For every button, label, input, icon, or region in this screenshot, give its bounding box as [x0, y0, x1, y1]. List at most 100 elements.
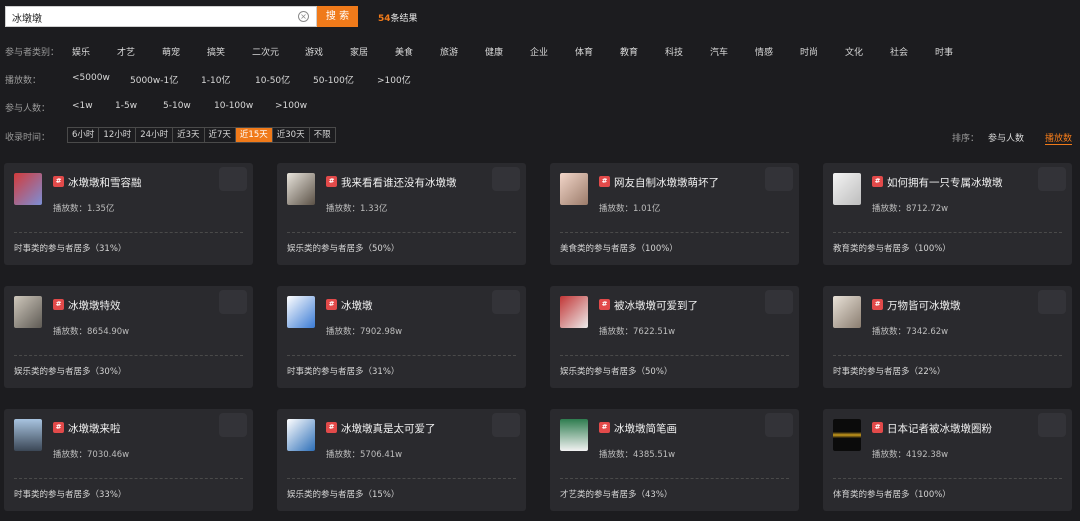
time-option-all[interactable]: 不限 — [310, 128, 335, 142]
topic-participant-summary: 美食类的参与者居多（100%） — [560, 244, 678, 254]
card-divider — [14, 478, 243, 479]
participants-option[interactable]: 1-5w — [115, 101, 137, 111]
topic-title: 冰墩墩真是太可爱了 — [341, 423, 436, 435]
hashtag-icon: # — [53, 299, 64, 310]
category-option[interactable]: 时尚 — [800, 45, 818, 58]
topic-card[interactable]: # 日本记者被冰墩墩圈粉 播放数：4192.38w 体育类的参与者居多（100%… — [823, 409, 1072, 511]
category-option[interactable]: 体育 — [575, 45, 593, 58]
result-count-number: 54 — [378, 14, 391, 24]
topic-thumbnail — [560, 173, 588, 205]
time-option-30d[interactable]: 近30天 — [273, 128, 310, 142]
category-option[interactable]: 健康 — [485, 45, 503, 58]
time-option-12h[interactable]: 12小时 — [99, 128, 137, 142]
category-option[interactable]: 时事 — [935, 45, 953, 58]
category-option[interactable]: 二次元 — [252, 45, 279, 58]
clear-icon[interactable]: × — [298, 11, 309, 22]
topic-participant-summary: 娱乐类的参与者居多（50%） — [287, 244, 400, 254]
hashtag-icon: # — [326, 299, 337, 310]
plays-option[interactable]: <5000w — [72, 73, 110, 83]
search-input[interactable]: 冰墩墩 × — [5, 6, 317, 27]
time-option-6h[interactable]: 6小时 — [68, 128, 100, 142]
sort-label: 排序： — [952, 134, 980, 144]
hashtag-icon: # — [326, 176, 337, 187]
category-option[interactable]: 萌宠 — [162, 45, 180, 58]
plays-option[interactable]: 10-50亿 — [255, 73, 290, 86]
topic-plays: 播放数：4192.38w — [872, 450, 949, 460]
topic-card[interactable]: # 冰墩墩和雪容融 播放数：1.35亿 时事类的参与者居多（31%） — [4, 163, 253, 265]
topic-participant-summary: 娱乐类的参与者居多（30%） — [14, 367, 127, 377]
topic-card[interactable]: # 我来看看谁还没有冰墩墩 播放数：1.33亿 娱乐类的参与者居多（50%） — [277, 163, 526, 265]
sort-by-participants[interactable]: 参与人数 — [988, 131, 1024, 144]
category-option[interactable]: 搞笑 — [207, 45, 225, 58]
topic-plays: 播放数：7030.46w — [53, 450, 130, 460]
participants-option[interactable]: 10-100w — [214, 101, 253, 111]
category-option[interactable]: 娱乐 — [72, 45, 90, 58]
category-option[interactable]: 情感 — [755, 45, 773, 58]
topic-participant-summary: 体育类的参与者居多（100%） — [833, 490, 951, 500]
category-option[interactable]: 社会 — [890, 45, 908, 58]
card-divider — [560, 355, 789, 356]
topic-participant-summary: 娱乐类的参与者居多（50%） — [560, 367, 673, 377]
plays-option[interactable]: 50-100亿 — [313, 73, 354, 86]
topic-plays: 播放数：5706.41w — [326, 450, 403, 460]
category-option[interactable]: 旅游 — [440, 45, 458, 58]
topic-plays: 播放数：1.35亿 — [53, 204, 115, 214]
card-divider — [287, 478, 516, 479]
category-option[interactable]: 文化 — [845, 45, 863, 58]
search-input-value: 冰墩墩 — [12, 14, 42, 25]
category-option[interactable]: 教育 — [620, 45, 638, 58]
sort-by-plays[interactable]: 播放数 — [1045, 131, 1073, 145]
card-divider — [287, 355, 516, 356]
hashtag-icon: # — [599, 422, 610, 433]
topic-plays: 播放数：8654.90w — [53, 327, 130, 337]
topic-participant-summary: 时事类的参与者居多（31%） — [287, 367, 400, 377]
plays-option[interactable]: 5000w-1亿 — [130, 73, 178, 86]
plays-option[interactable]: 1-10亿 — [201, 73, 230, 86]
topic-card[interactable]: # 网友自制冰墩墩萌坏了 播放数：1.01亿 美食类的参与者居多（100%） — [550, 163, 799, 265]
topic-card[interactable]: # 被冰墩墩可爱到了 播放数：7622.51w 娱乐类的参与者居多（50%） — [550, 286, 799, 388]
topic-card[interactable]: # 如何拥有一只专属冰墩墩 播放数：8712.72w 教育类的参与者居多（100… — [823, 163, 1072, 265]
card-divider — [560, 232, 789, 233]
topic-participant-summary: 教育类的参与者居多（100%） — [833, 244, 951, 254]
category-option[interactable]: 才艺 — [117, 45, 135, 58]
category-option[interactable]: 汽车 — [710, 45, 728, 58]
search-button[interactable]: 搜 索 — [317, 6, 358, 27]
time-option-3d[interactable]: 近3天 — [173, 128, 205, 142]
topic-title: 网友自制冰墩墩萌坏了 — [614, 177, 719, 189]
watermark-icon — [1038, 290, 1066, 314]
watermark-icon — [219, 167, 247, 191]
category-filter: 参与者类别： 娱乐 才艺 萌宠 搞笑 二次元 游戏 家居 美食 旅游 健康 企业… — [5, 44, 1005, 58]
card-divider — [833, 478, 1062, 479]
participants-filter: 参与人数： <1w 1-5w 5-10w 10-100w >100w — [5, 100, 405, 114]
topic-plays: 播放数：7902.98w — [326, 327, 403, 337]
topic-card[interactable]: # 冰墩墩简笔画 播放数：4385.51w 才艺类的参与者居多（43%） — [550, 409, 799, 511]
card-divider — [833, 355, 1062, 356]
topic-thumbnail — [287, 173, 315, 205]
category-option[interactable]: 美食 — [395, 45, 413, 58]
hashtag-icon: # — [53, 176, 64, 187]
topic-card[interactable]: # 万物皆可冰墩墩 播放数：7342.62w 时事类的参与者居多（22%） — [823, 286, 1072, 388]
topic-card[interactable]: # 冰墩墩来啦 播放数：7030.46w 时事类的参与者居多（33%） — [4, 409, 253, 511]
participants-option[interactable]: >100w — [275, 101, 307, 111]
time-option-7d[interactable]: 近7天 — [205, 128, 236, 142]
category-option[interactable]: 企业 — [530, 45, 548, 58]
topic-thumbnail — [833, 173, 861, 205]
category-option[interactable]: 科技 — [665, 45, 683, 58]
result-count: 54条结果 — [378, 11, 418, 24]
hashtag-icon: # — [53, 422, 64, 433]
topic-card[interactable]: # 冰墩墩特效 播放数：8654.90w 娱乐类的参与者居多（30%） — [4, 286, 253, 388]
category-option[interactable]: 游戏 — [305, 45, 323, 58]
topic-card[interactable]: # 冰墩墩真是太可爱了 播放数：5706.41w 娱乐类的参与者居多（15%） — [277, 409, 526, 511]
participants-option[interactable]: 5-10w — [163, 101, 191, 111]
plays-option[interactable]: >100亿 — [377, 73, 411, 86]
topic-thumbnail — [833, 419, 861, 451]
time-option-24h[interactable]: 24小时 — [136, 128, 174, 142]
category-filter-label: 参与者类别： — [5, 48, 60, 58]
participants-option[interactable]: <1w — [72, 101, 93, 111]
category-option[interactable]: 家居 — [350, 45, 368, 58]
topic-title: 日本记者被冰墩墩圈粉 — [887, 423, 992, 435]
card-divider — [833, 232, 1062, 233]
topic-card[interactable]: # 冰墩墩 播放数：7902.98w 时事类的参与者居多（31%） — [277, 286, 526, 388]
time-option-15d[interactable]: 近15天 — [235, 128, 273, 142]
hashtag-icon: # — [872, 422, 883, 433]
